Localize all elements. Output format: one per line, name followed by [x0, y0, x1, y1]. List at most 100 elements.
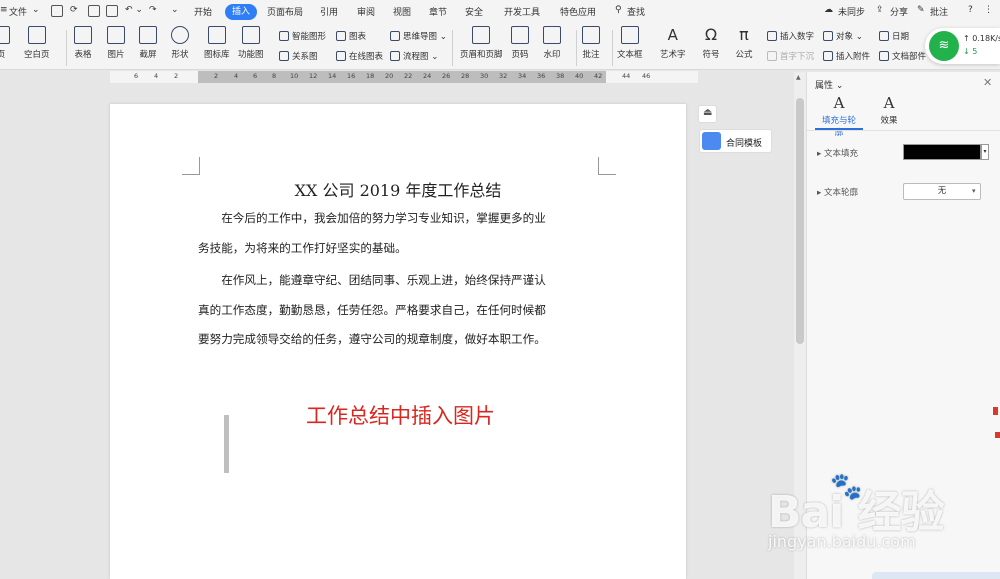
- symbol-button[interactable]: Ω 符号: [702, 26, 720, 61]
- flowchart-button[interactable]: 流程图 ⌄: [390, 50, 438, 62]
- attachment-button[interactable]: 插入附件: [823, 50, 870, 62]
- art-text-icon: A: [667, 26, 678, 44]
- scrollbar-thumb[interactable]: [796, 98, 804, 344]
- smart-shape-label: 智能图形: [292, 32, 327, 42]
- horizontal-ruler[interactable]: 6 4 2 2 4 6 8 10 12 14 16 18 20 22 24 26…: [110, 71, 698, 83]
- sync-status[interactable]: 未同步: [838, 5, 865, 18]
- download-speed: ↓ 5: [963, 47, 978, 56]
- dropcap-button[interactable]: 首字下沉: [767, 50, 814, 62]
- flowchart-label: 流程图: [403, 52, 429, 62]
- chart-button[interactable]: 图表: [336, 30, 366, 42]
- text-fill-color-swatch[interactable]: [903, 144, 981, 160]
- smart-shape-button[interactable]: 智能图形: [279, 30, 326, 42]
- insert-number-label: 插入数字: [780, 32, 815, 42]
- shape-button[interactable]: 形状: [171, 26, 189, 60]
- tab-security[interactable]: 安全: [465, 5, 483, 18]
- tab-references[interactable]: 引用: [320, 5, 338, 18]
- tab-developer[interactable]: 开发工具: [504, 5, 540, 18]
- doc-parts-button[interactable]: 文档部件: [879, 50, 926, 62]
- textbox-button[interactable]: 文本框: [617, 26, 643, 60]
- ruler-tick: 36: [537, 72, 546, 80]
- watermark-label: 水印: [543, 50, 561, 60]
- comment-button[interactable]: 批注: [930, 5, 948, 18]
- formula-button[interactable]: π 公式: [735, 26, 753, 61]
- redo-icon[interactable]: ↷: [149, 5, 157, 15]
- object-button[interactable]: 对象 ⌄: [823, 30, 863, 42]
- print-icon[interactable]: [88, 5, 100, 17]
- format-painter-icon[interactable]: ⟳: [70, 5, 78, 15]
- text-fill-label: 文本填充: [823, 149, 858, 159]
- ruler-tick: 24: [423, 72, 432, 80]
- tab-effects[interactable]: A 效果: [869, 94, 909, 126]
- customize-icon[interactable]: ⌄: [171, 5, 179, 15]
- contract-template-button[interactable]: 合同模板: [699, 129, 772, 153]
- icon-library-label: 图标库: [204, 50, 230, 60]
- object-label: 对象: [836, 32, 854, 42]
- online-chart-button[interactable]: 在线图表: [336, 50, 383, 62]
- print-preview-icon[interactable]: [106, 5, 118, 17]
- blank-page-button[interactable]: 空白页: [24, 26, 50, 60]
- chevron-down-icon[interactable]: ▾: [981, 144, 989, 160]
- divider: [807, 130, 1000, 131]
- text-outline-row[interactable]: ▸ 文本轮廓: [817, 186, 858, 198]
- share-icon[interactable]: ⇪: [876, 5, 884, 15]
- tab-insert[interactable]: 插入: [225, 4, 257, 20]
- undo-icon[interactable]: ↶ ⌄: [125, 5, 143, 15]
- pane-title[interactable]: 属性 ⌄: [815, 78, 843, 91]
- table-icon: [74, 26, 92, 44]
- tab-fill-outline[interactable]: A 填充与轮廓: [819, 94, 859, 138]
- search-button[interactable]: 查找: [627, 5, 645, 18]
- table-button[interactable]: 表格: [74, 26, 92, 60]
- comment-ribbon-label: 批注: [582, 50, 600, 60]
- tab-view[interactable]: 视图: [393, 5, 411, 18]
- scroll-up-icon[interactable]: ▲: [796, 74, 801, 81]
- screenshot-button[interactable]: 截屏: [139, 26, 157, 60]
- paragraph-line: 在今后的工作中，我会加倍的努力学习专业知识，掌握更多的业: [198, 211, 546, 225]
- text-fill-row[interactable]: ▸ 文本填充: [817, 147, 858, 159]
- comment-icon[interactable]: ✎: [917, 5, 925, 15]
- cloud-sync-icon[interactable]: ☁: [824, 5, 833, 15]
- save-icon[interactable]: [51, 5, 63, 17]
- text-effect-glyph: A: [883, 94, 895, 112]
- ruler-tick: 18: [366, 72, 375, 80]
- function-chart-button[interactable]: 功能图: [238, 26, 264, 60]
- document-page[interactable]: XX 公司 2019 年度工作总结 在今后的工作中，我会加倍的努力学习专业知识，…: [110, 104, 686, 579]
- header-footer-button[interactable]: 页眉和页脚: [460, 26, 503, 60]
- comment-ribbon-button[interactable]: 批注: [582, 26, 600, 60]
- crop-mark: [182, 157, 200, 175]
- watermark-button[interactable]: 水印: [543, 26, 561, 60]
- text-fill-glyph: A: [833, 94, 845, 112]
- mindmap-button[interactable]: 思维导图 ⌄: [390, 30, 447, 42]
- text-outline-select[interactable]: 无: [903, 183, 981, 200]
- icon-library-icon: [207, 26, 226, 44]
- ruler-tick: 16: [347, 72, 356, 80]
- help-button[interactable]: ?: [968, 5, 973, 15]
- search-icon[interactable]: ⚲: [615, 5, 622, 15]
- chevron-down-icon[interactable]: ▾: [972, 183, 976, 200]
- relation-button[interactable]: 关系图: [279, 50, 318, 62]
- tab-special[interactable]: 特色应用: [560, 5, 596, 18]
- share-button[interactable]: 分享: [890, 5, 908, 18]
- date-button[interactable]: 日期: [879, 30, 909, 42]
- textbox-icon: [620, 26, 639, 44]
- collapse-button[interactable]: ⏏: [698, 105, 717, 123]
- tab-chapter[interactable]: 章节: [429, 5, 447, 18]
- insert-number-button[interactable]: 插入数字: [767, 30, 814, 42]
- icon-library-button[interactable]: 图标库: [204, 26, 230, 60]
- tab-effects-label: 效果: [880, 116, 898, 126]
- more-icon[interactable]: ⋮: [984, 5, 993, 15]
- tab-page-layout[interactable]: 页面布局: [267, 5, 303, 18]
- close-icon[interactable]: ✕: [983, 76, 992, 89]
- tab-home[interactable]: 开始: [194, 5, 212, 18]
- image-button[interactable]: 图片: [107, 26, 125, 60]
- menu-icon[interactable]: ≡: [0, 5, 8, 15]
- network-speed-widget[interactable]: ≋ ↑ 0.18K/s ↓ 5: [925, 28, 1000, 64]
- file-menu[interactable]: 文件: [9, 5, 27, 18]
- page-button[interactable]: 页: [0, 26, 10, 60]
- mindmap-icon: [390, 31, 400, 41]
- chevron-down-icon[interactable]: ⌄: [32, 5, 40, 15]
- mindmap-label: 思维导图: [403, 32, 438, 42]
- art-text-button[interactable]: A 艺术字: [660, 26, 686, 60]
- page-number-button[interactable]: 页码: [511, 26, 529, 60]
- tab-review[interactable]: 审阅: [357, 5, 375, 18]
